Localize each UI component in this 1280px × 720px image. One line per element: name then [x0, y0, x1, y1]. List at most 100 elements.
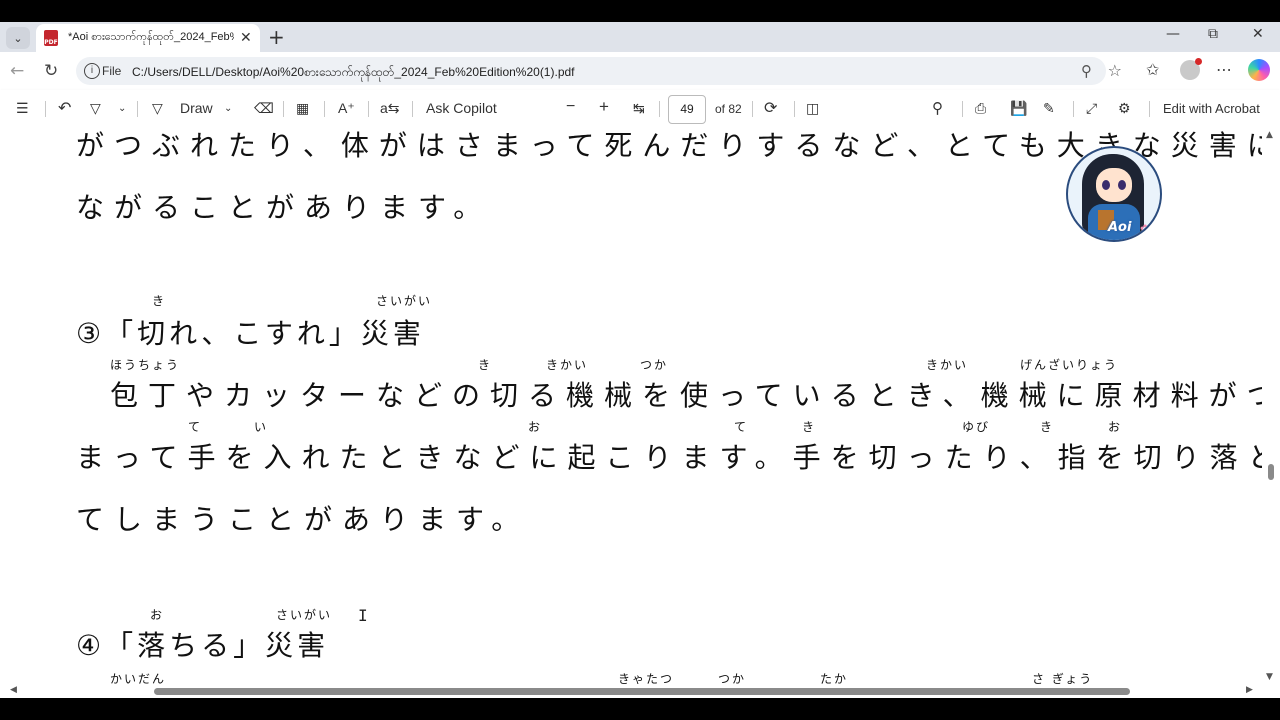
- scroll-left-arrow-icon[interactable]: ◀: [10, 685, 17, 695]
- furigana: つか: [640, 358, 669, 372]
- scroll-down-arrow-icon[interactable]: ▼: [1266, 672, 1273, 682]
- favorite-star-icon[interactable]: ☆: [1108, 61, 1122, 80]
- furigana: たか: [820, 672, 849, 684]
- minimize-icon[interactable]: —: [1166, 26, 1180, 42]
- edit-with-acrobat-button[interactable]: Edit with Acrobat: [1163, 101, 1260, 116]
- mascot-eye: [1118, 180, 1126, 190]
- furigana: かいだん: [110, 672, 167, 684]
- new-tab-icon[interactable]: +: [268, 25, 285, 49]
- window-close-icon[interactable]: ✕: [1252, 26, 1264, 42]
- tab-pdf[interactable]: PDF *Aoi စားသောက်ကုန်ထုတ်_2024_Feb%20Edi…: [36, 24, 260, 52]
- zoom-icon[interactable]: ⚲: [1081, 62, 1092, 80]
- highlight-dropdown-icon[interactable]: ⌄: [118, 103, 126, 114]
- vertical-scrollbar[interactable]: ▲ ▼: [1262, 128, 1280, 684]
- separator: [962, 101, 963, 117]
- fit-width-icon[interactable]: ↹: [633, 100, 645, 117]
- section-heading: ③「切れ、こすれ」災害: [76, 317, 425, 350]
- contents-list-icon[interactable]: ☰: [16, 100, 29, 117]
- address-row: ← ↻ i File C:/Users/DELL/Desktop/Aoi%20စ…: [0, 52, 1280, 90]
- profile-avatar[interactable]: [1180, 58, 1202, 80]
- furigana: ほうちょう: [110, 358, 181, 372]
- separator: [283, 101, 284, 117]
- print-icon[interactable]: ⎙: [975, 100, 986, 117]
- zoom-out-icon[interactable]: −: [566, 98, 575, 116]
- separator: [137, 101, 138, 117]
- mascot-name: Aoi: [1108, 220, 1132, 235]
- separator: [1149, 101, 1150, 117]
- furigana: つか: [718, 672, 747, 684]
- address-bar[interactable]: i File C:/Users/DELL/Desktop/Aoi%20စားသေ…: [76, 57, 1122, 85]
- address-url[interactable]: C:/Users/DELL/Desktop/Aoi%20စားသောက်ကုန်…: [132, 64, 575, 82]
- scroll-right-arrow-icon[interactable]: ▶: [1246, 685, 1253, 695]
- refresh-icon[interactable]: ↻: [44, 61, 58, 81]
- draw-dropdown-icon[interactable]: ⌄: [224, 103, 232, 114]
- flower-icon: ✿: [1140, 222, 1151, 236]
- draw-icon[interactable]: ▽: [152, 100, 163, 117]
- body-text-line: ながることがあります。: [76, 191, 492, 224]
- section-heading: ④「落ちる」災害: [76, 629, 330, 662]
- furigana: きかい: [926, 358, 969, 372]
- furigana: きゃたつ: [618, 672, 675, 684]
- furigana: さ ぎょう: [1032, 672, 1094, 684]
- zoom-in-icon[interactable]: +: [599, 97, 609, 117]
- settings-gear-icon[interactable]: ⚙: [1118, 100, 1131, 117]
- notification-dot: [1195, 58, 1202, 65]
- body-text-line: 包丁やカッターなどの切る機械を使っているとき、機械に原材料がつ: [110, 379, 1262, 412]
- tab-close-icon[interactable]: ✕: [240, 30, 252, 46]
- furigana: ゆび: [962, 420, 991, 434]
- restore-icon[interactable]: ⧉: [1208, 26, 1218, 42]
- furigana: きかい: [546, 358, 589, 372]
- horizontal-scroll-thumb[interactable]: [154, 688, 1130, 695]
- furigana: き: [152, 294, 167, 308]
- read-aloud-icon[interactable]: A⁺: [338, 100, 355, 117]
- back-icon[interactable]: ←: [10, 61, 24, 81]
- furigana: お: [528, 420, 543, 434]
- translate-icon[interactable]: a⇆: [380, 100, 400, 117]
- separator: [752, 101, 753, 117]
- save-as-icon[interactable]: ✎: [1043, 100, 1055, 117]
- page-number-input[interactable]: 49: [668, 95, 706, 124]
- more-options-icon[interactable]: ⋯: [1216, 60, 1232, 79]
- pdf-toolbar: ☰ ↶ ▽ ⌄ ▽ Draw ⌄ ⌫ ▦ A⁺ a⇆ Ask Copilot −…: [0, 90, 1280, 129]
- mascot-eye: [1102, 180, 1110, 190]
- furigana: き: [1040, 420, 1055, 434]
- furigana: さいがい: [376, 294, 433, 308]
- ask-copilot-button[interactable]: Ask Copilot: [426, 100, 497, 116]
- furigana: て: [734, 420, 749, 434]
- separator: [45, 101, 46, 117]
- favorites-icon[interactable]: ✩: [1146, 60, 1159, 79]
- tab-bar: ⌄ PDF *Aoi စားသောက်ကုန်ထုတ်_2024_Feb%20E…: [0, 22, 1280, 52]
- body-text-line: まって手を入れたときなどに起こります。手を切ったり、指を切り落とし: [76, 441, 1262, 474]
- separator: [324, 101, 325, 117]
- copilot-icon[interactable]: [1248, 59, 1270, 81]
- furigana: き: [478, 358, 493, 372]
- furigana: き: [802, 420, 817, 434]
- page-view-icon[interactable]: ◫: [806, 100, 819, 117]
- scroll-up-arrow-icon[interactable]: ▲: [1266, 130, 1273, 140]
- pdf-file-icon: PDF: [44, 30, 58, 46]
- aoi-mascot-image: Aoi ✿: [1066, 146, 1162, 242]
- furigana: い: [254, 420, 269, 434]
- fullscreen-icon[interactable]: ⤢: [1086, 100, 1097, 117]
- draw-button[interactable]: Draw: [180, 100, 213, 116]
- tab-actions-menu-icon[interactable]: ⌄: [6, 27, 30, 49]
- furigana: お: [150, 608, 165, 622]
- search-icon[interactable]: ⚲: [932, 99, 943, 117]
- erase-icon[interactable]: ⌫: [254, 100, 274, 117]
- furigana: げんざいりょう: [1020, 358, 1119, 372]
- save-icon[interactable]: 💾: [1010, 100, 1027, 117]
- highlight-icon[interactable]: ▽: [90, 100, 101, 117]
- body-text-line: てしまうことがあります。: [76, 503, 530, 536]
- rotate-icon[interactable]: ⟳: [764, 98, 777, 118]
- undo-icon[interactable]: ↶: [58, 98, 71, 118]
- separator: [659, 101, 660, 117]
- furigana: お: [1108, 420, 1123, 434]
- info-icon[interactable]: i: [84, 63, 100, 79]
- browser-window: ⌄ PDF *Aoi စားသောက်ကုန်ထုတ်_2024_Feb%20E…: [0, 22, 1280, 698]
- separator: [412, 101, 413, 117]
- horizontal-scrollbar[interactable]: ◀ ▶: [0, 684, 1262, 698]
- text-box-icon[interactable]: ▦: [296, 100, 309, 117]
- pdf-document-view[interactable]: がつぶれたり、体がはさまって死んだりするなど、とても大きな災害につ ながることが…: [0, 128, 1262, 684]
- vertical-scroll-thumb[interactable]: [1268, 464, 1274, 480]
- separator: [1073, 101, 1074, 117]
